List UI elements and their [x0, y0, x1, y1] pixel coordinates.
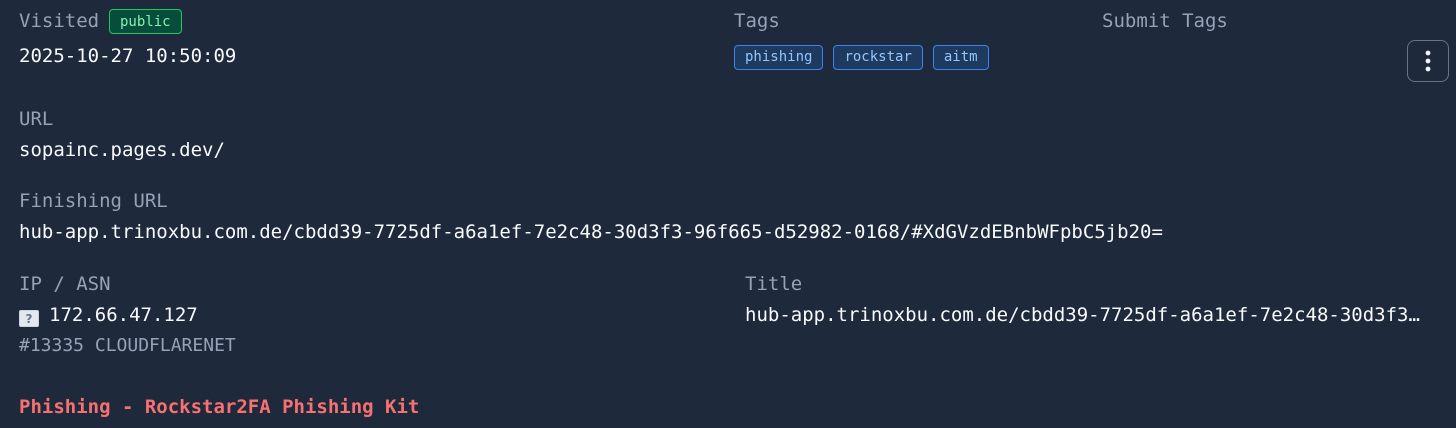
- ip-asn-label: IP / ASN: [19, 273, 111, 295]
- title-label: Title: [745, 273, 803, 295]
- url-value[interactable]: sopainc.pages.dev/: [19, 138, 225, 162]
- unknown-flag-icon: ?: [19, 310, 39, 327]
- visited-label: Visited: [19, 10, 100, 32]
- tag-aitm[interactable]: aitm: [932, 45, 989, 70]
- tags-label: Tags: [734, 10, 780, 32]
- public-badge: public: [109, 9, 182, 34]
- verdict-label: Phishing - Rockstar2FA Phishing Kit: [19, 396, 420, 418]
- ip-address[interactable]: 172.66.47.127: [49, 304, 198, 326]
- tag-list: phishing rockstar aitm: [734, 45, 989, 70]
- submit-tags-label[interactable]: Submit Tags: [1102, 9, 1228, 33]
- more-vertical-icon: [1425, 50, 1431, 72]
- finishing-url-label: Finishing URL: [19, 190, 168, 212]
- tag-rockstar[interactable]: rockstar: [833, 45, 923, 70]
- visited-timestamp: 2025-10-27 10:50:09: [19, 45, 237, 67]
- finishing-url-value[interactable]: hub-app.trinoxbu.com.de/cbdd39-7725df-a6…: [19, 220, 1163, 244]
- asn-value[interactable]: #13335 CLOUDFLARENET: [19, 334, 236, 358]
- url-label: URL: [19, 108, 54, 130]
- more-options-button[interactable]: [1407, 40, 1449, 82]
- title-value: hub-app.trinoxbu.com.de/cbdd39-7725df-a6…: [745, 304, 1429, 326]
- tag-phishing[interactable]: phishing: [734, 45, 824, 70]
- ip-row: ? 172.66.47.127: [19, 303, 198, 327]
